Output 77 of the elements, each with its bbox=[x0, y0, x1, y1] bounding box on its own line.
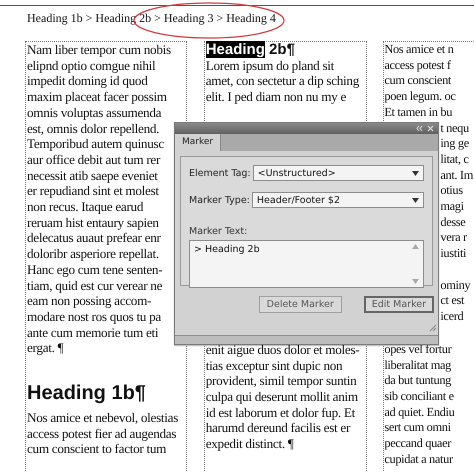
body-text-line: Lorem ipsum do pland sit bbox=[206, 58, 334, 74]
body-text-line: amet, con sectetur a dip sching bbox=[206, 73, 359, 90]
caret-icon[interactable] bbox=[412, 198, 419, 202]
body-text-line: doloribr asperiore repellat. bbox=[27, 246, 159, 262]
body-text-line: reruam hist entaury sapien bbox=[27, 214, 159, 230]
field-label: Marker Type: bbox=[189, 194, 250, 206]
field-label: Marker Text: bbox=[189, 226, 248, 237]
body-text-line: cum conscient to factor tum bbox=[27, 441, 166, 457]
body-text-line: provident, simil tempor suntin bbox=[206, 373, 356, 389]
body-text-line: modare nost ros quos tu pa bbox=[27, 308, 161, 325]
body-text-line: Nam liber tempor cum nobis bbox=[27, 42, 171, 58]
body-text-line: er repudiand sint et molest bbox=[27, 183, 159, 200]
close-icon[interactable] bbox=[427, 125, 434, 132]
body-text-line: elipnd optio comgue nihil bbox=[27, 58, 156, 74]
body-text-line: liberalitat mag bbox=[384, 358, 451, 374]
body-text-line: ing ge bbox=[440, 136, 469, 152]
scroll-up-icon[interactable] bbox=[412, 244, 419, 249]
body-text-line: peccand quaer bbox=[384, 436, 451, 452]
body-text-line: omnis voluptas assumenda bbox=[27, 104, 162, 121]
body-text-line: icerd bbox=[440, 308, 464, 325]
body-text-line: ad quiet. Endiu bbox=[384, 404, 454, 420]
body-text-line: delecatus auaut prefear enr bbox=[27, 230, 161, 246]
body-text-line: non recus. Itaque earud bbox=[27, 199, 144, 215]
body-text-line: sert cum omni bbox=[384, 420, 451, 436]
body-text-line: eam non possing accom- bbox=[27, 293, 152, 309]
body-text-line: desse bbox=[440, 214, 466, 230]
body-text-line: aur office debit aut tum rer bbox=[27, 152, 160, 168]
text-area[interactable]: > Heading 2b bbox=[189, 240, 424, 288]
body-text-line: iustiti bbox=[440, 246, 466, 262]
body-text-line: vera r bbox=[440, 230, 467, 246]
resize-handle[interactable] bbox=[175, 335, 438, 344]
body-text-line: sib conciliant e bbox=[384, 389, 454, 405]
body-text-line: harumd dereund facilis est er bbox=[206, 420, 350, 436]
heading: Heading 1b¶ bbox=[27, 381, 146, 406]
body-text-line: Hanc ego cum tene senten- bbox=[27, 262, 162, 278]
body-text-line: est, omnis dolor repellend. bbox=[27, 120, 160, 136]
body-text-line: ant. Im bbox=[440, 168, 473, 184]
body-text-line: impedit doming id quod bbox=[27, 73, 148, 90]
body-text-line: litat, c bbox=[440, 152, 469, 168]
body-text-line: opes vel fortur bbox=[384, 342, 452, 358]
collapse-icon[interactable] bbox=[416, 125, 423, 132]
scroll-down-icon[interactable] bbox=[412, 279, 419, 284]
body-text-line: Et tamen in bu bbox=[384, 104, 452, 121]
body-text-line: expedit distinct. ¶ bbox=[206, 436, 294, 452]
body-text-line: tias exceptur sint dupic non bbox=[206, 358, 342, 374]
body-text-line: access potest f bbox=[384, 58, 451, 74]
dropdown[interactable]: <Unstructured> bbox=[252, 165, 424, 181]
body-text-line: elit. I ped diam non nu my e bbox=[206, 89, 346, 105]
heading: Heading 2b¶ bbox=[206, 42, 295, 58]
body-text-line: enit aigue duos dolor et moles- bbox=[206, 342, 360, 358]
body-text-line: t nequ bbox=[440, 120, 469, 136]
caret-icon[interactable] bbox=[412, 170, 419, 176]
dialog-button[interactable]: Edit Marker bbox=[364, 296, 434, 313]
body-text-line: tiam, quid est cur verear ne bbox=[27, 278, 162, 294]
body-text-line: magi bbox=[440, 199, 464, 215]
body-text-line: culpa qui deserunt mollit anim bbox=[206, 388, 358, 405]
body-text-line: da but tuntung bbox=[384, 373, 452, 390]
body-text-line: otius bbox=[440, 183, 463, 200]
body-text-line: ominy bbox=[440, 278, 470, 294]
tab[interactable]: Marker bbox=[175, 134, 222, 151]
body-text-line: poen legum. oc bbox=[384, 89, 456, 105]
body-text-line: access potest fier ad augendas bbox=[27, 426, 176, 442]
body-text-line: cum conscient bbox=[384, 73, 452, 90]
body-text-line: ergat. ¶ bbox=[27, 340, 64, 356]
dropdown[interactable]: Header/Footer $2 bbox=[252, 192, 424, 208]
body-text-line: cupidat a natur bbox=[384, 452, 453, 468]
field-label: Element Tag: bbox=[189, 168, 251, 178]
body-text-line: ct est bbox=[440, 293, 464, 309]
body-text-line: necessit atib saepe eveniet bbox=[27, 168, 158, 184]
body-text-line: Temporibud autem quinusc bbox=[27, 136, 164, 152]
body-text-line: Nos amice et n bbox=[384, 42, 454, 58]
body-text-line: maxim placeat facer possim bbox=[27, 89, 167, 105]
body-text-line: id est laborum et dolor fup. Et bbox=[206, 404, 355, 420]
body-text-line: Nos amice et nebevol, olestias bbox=[27, 410, 178, 426]
dialog-button[interactable]: Delete Marker bbox=[258, 296, 342, 313]
resize-grip-icon[interactable] bbox=[429, 324, 437, 332]
body-text-line: ante cum memorie tum eti bbox=[27, 324, 158, 340]
